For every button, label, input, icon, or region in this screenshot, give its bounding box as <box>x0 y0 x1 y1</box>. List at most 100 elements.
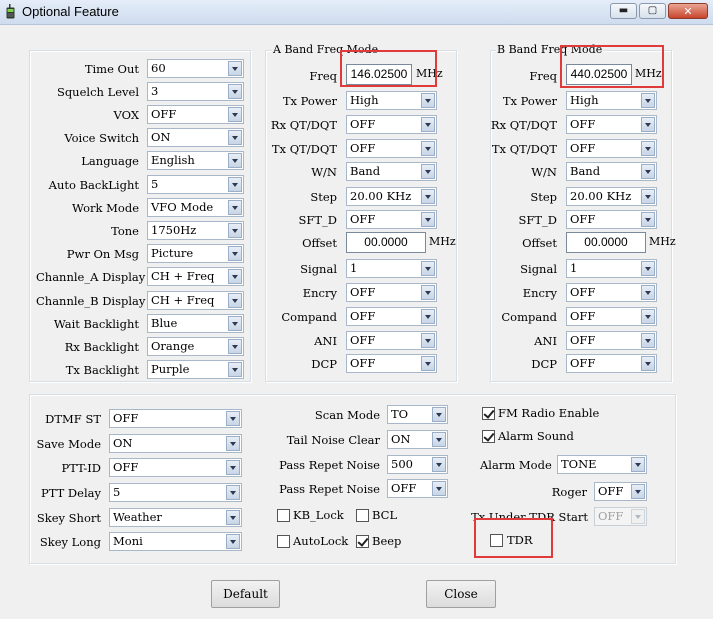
setting-value: Purple <box>151 362 190 376</box>
band-b-row-select[interactable]: OFF <box>566 283 657 302</box>
scan-row-label: Tail Noise Clear <box>286 433 380 447</box>
alarm-sound-label: Alarm Sound <box>498 429 574 443</box>
band-a-row-select[interactable]: 20.00 KHz <box>346 187 437 206</box>
band-a-row-label: Encry <box>302 286 337 300</box>
alarm-sound-checkbox[interactable] <box>482 430 495 443</box>
scan-row-select[interactable]: 500 <box>387 455 448 474</box>
tdr-checkbox[interactable] <box>490 534 503 547</box>
band-b-row-select[interactable]: Band <box>566 162 657 181</box>
band-a-row-select[interactable]: High <box>346 91 437 110</box>
setting-select[interactable]: VFO Mode <box>147 198 244 217</box>
chevron-down-icon <box>432 432 446 447</box>
band-b-row-label: SFT_D <box>518 213 558 227</box>
band-a-row-value: OFF <box>350 285 376 299</box>
chevron-down-icon <box>641 93 655 108</box>
band-a-row-select[interactable]: 1 <box>346 259 437 278</box>
dtmf-row-select[interactable]: Moni <box>109 532 242 551</box>
scan-option-checkbox[interactable] <box>356 509 369 522</box>
maximize-button[interactable]: ▢ <box>639 3 666 19</box>
scan-row-value: OFF <box>391 481 417 495</box>
dtmf-row-select[interactable]: Weather <box>109 508 242 527</box>
close-button[interactable]: Close <box>426 580 496 608</box>
minimize-button[interactable]: ▬ <box>610 3 637 19</box>
band-b-offset-input[interactable]: 00.0000 <box>566 232 646 253</box>
chevron-down-icon <box>641 141 655 156</box>
band-a-offset-input[interactable]: 00.0000 <box>346 232 426 253</box>
band-a-row-value: OFF <box>350 309 376 323</box>
setting-select[interactable]: CH + Freq <box>147 291 244 310</box>
setting-select[interactable]: Purple <box>147 360 244 379</box>
setting-select[interactable]: Orange <box>147 337 244 356</box>
setting-label: Language <box>81 154 139 168</box>
scan-option-checkbox[interactable] <box>356 535 369 548</box>
setting-select[interactable]: 3 <box>147 82 244 101</box>
band-b-row-select[interactable]: OFF <box>566 115 657 134</box>
band-a-row-select[interactable]: OFF <box>346 307 437 326</box>
band-a-row-value: OFF <box>350 356 376 370</box>
default-button[interactable]: Default <box>211 580 280 608</box>
setting-select[interactable]: Picture <box>147 244 244 263</box>
tx-under-tdr-select[interactable]: OFF <box>594 507 647 526</box>
band-a-row-select[interactable]: OFF <box>346 283 437 302</box>
band-b-row-select[interactable]: OFF <box>566 331 657 350</box>
dtmf-row-select[interactable]: 5 <box>109 483 242 502</box>
dtmf-row-select[interactable]: OFF <box>109 458 242 477</box>
chevron-down-icon <box>421 333 435 348</box>
band-a-row-select[interactable]: OFF <box>346 331 437 350</box>
close-window-button[interactable]: ✕ <box>668 3 708 19</box>
setting-select[interactable]: Blue <box>147 314 244 333</box>
band-a-row-select[interactable]: OFF <box>346 115 437 134</box>
chevron-down-icon <box>421 356 435 371</box>
scan-row-select[interactable]: TO <box>387 405 448 424</box>
setting-value: 1750Hz <box>151 223 197 237</box>
band-a-row-select[interactable]: OFF <box>346 139 437 158</box>
setting-select[interactable]: 5 <box>147 175 244 194</box>
alarm-mode-value: TONE <box>561 457 597 471</box>
setting-value: 3 <box>151 84 159 98</box>
dtmf-row-label: Skey Short <box>36 511 101 525</box>
band-a-row-value: 1 <box>350 261 358 275</box>
band-b-row-select[interactable]: High <box>566 91 657 110</box>
scan-option-label: BCL <box>372 508 398 522</box>
setting-label: Time Out <box>84 62 139 76</box>
band-b-row-select[interactable]: OFF <box>566 307 657 326</box>
band-a-row-label: Compand <box>281 310 337 324</box>
scan-row-value: TO <box>391 407 409 421</box>
setting-select[interactable]: ON <box>147 128 244 147</box>
band-b-row-value: 1 <box>570 261 578 275</box>
dtmf-row-select[interactable]: ON <box>109 434 242 453</box>
setting-select[interactable]: CH + Freq <box>147 267 244 286</box>
band-b-row-select[interactable]: OFF <box>566 210 657 229</box>
band-b-row-select[interactable]: 20.00 KHz <box>566 187 657 206</box>
band-a-offset-unit: MHz <box>429 235 456 248</box>
chevron-down-icon <box>641 261 655 276</box>
scan-row-select[interactable]: ON <box>387 430 448 449</box>
setting-select[interactable]: OFF <box>147 105 244 124</box>
scan-option-checkbox[interactable] <box>277 535 290 548</box>
scan-option-checkbox[interactable] <box>277 509 290 522</box>
band-a-row-select[interactable]: OFF <box>346 354 437 373</box>
chevron-down-icon <box>641 164 655 179</box>
chevron-down-icon <box>421 93 435 108</box>
minimize-icon: ▬ <box>618 5 629 16</box>
band-b-row-select[interactable]: OFF <box>566 354 657 373</box>
alarm-mode-select[interactable]: TONE <box>557 455 647 474</box>
band-a-row-select[interactable]: Band <box>346 162 437 181</box>
scan-row-select[interactable]: OFF <box>387 479 448 498</box>
roger-select[interactable]: OFF <box>594 482 647 501</box>
setting-value: 5 <box>151 177 159 191</box>
fm-radio-enable-checkbox[interactable] <box>482 407 495 420</box>
dtmf-row-label: PTT Delay <box>40 486 101 500</box>
setting-value: OFF <box>151 107 177 121</box>
band-a-row-value: High <box>350 93 379 107</box>
title-bar[interactable]: Optional Feature ▬ ▢ ✕ <box>0 0 713 25</box>
band-b-row-select[interactable]: 1 <box>566 259 657 278</box>
band-b-row-select[interactable]: OFF <box>566 139 657 158</box>
setting-select[interactable]: 1750Hz <box>147 221 244 240</box>
dtmf-row-select[interactable]: OFF <box>109 409 242 428</box>
band-a-row-select[interactable]: OFF <box>346 210 437 229</box>
band-b-freq-label: Freq <box>529 69 557 83</box>
setting-label: Voice Switch <box>64 131 139 145</box>
setting-select[interactable]: English <box>147 151 244 170</box>
setting-select[interactable]: 60 <box>147 59 244 78</box>
